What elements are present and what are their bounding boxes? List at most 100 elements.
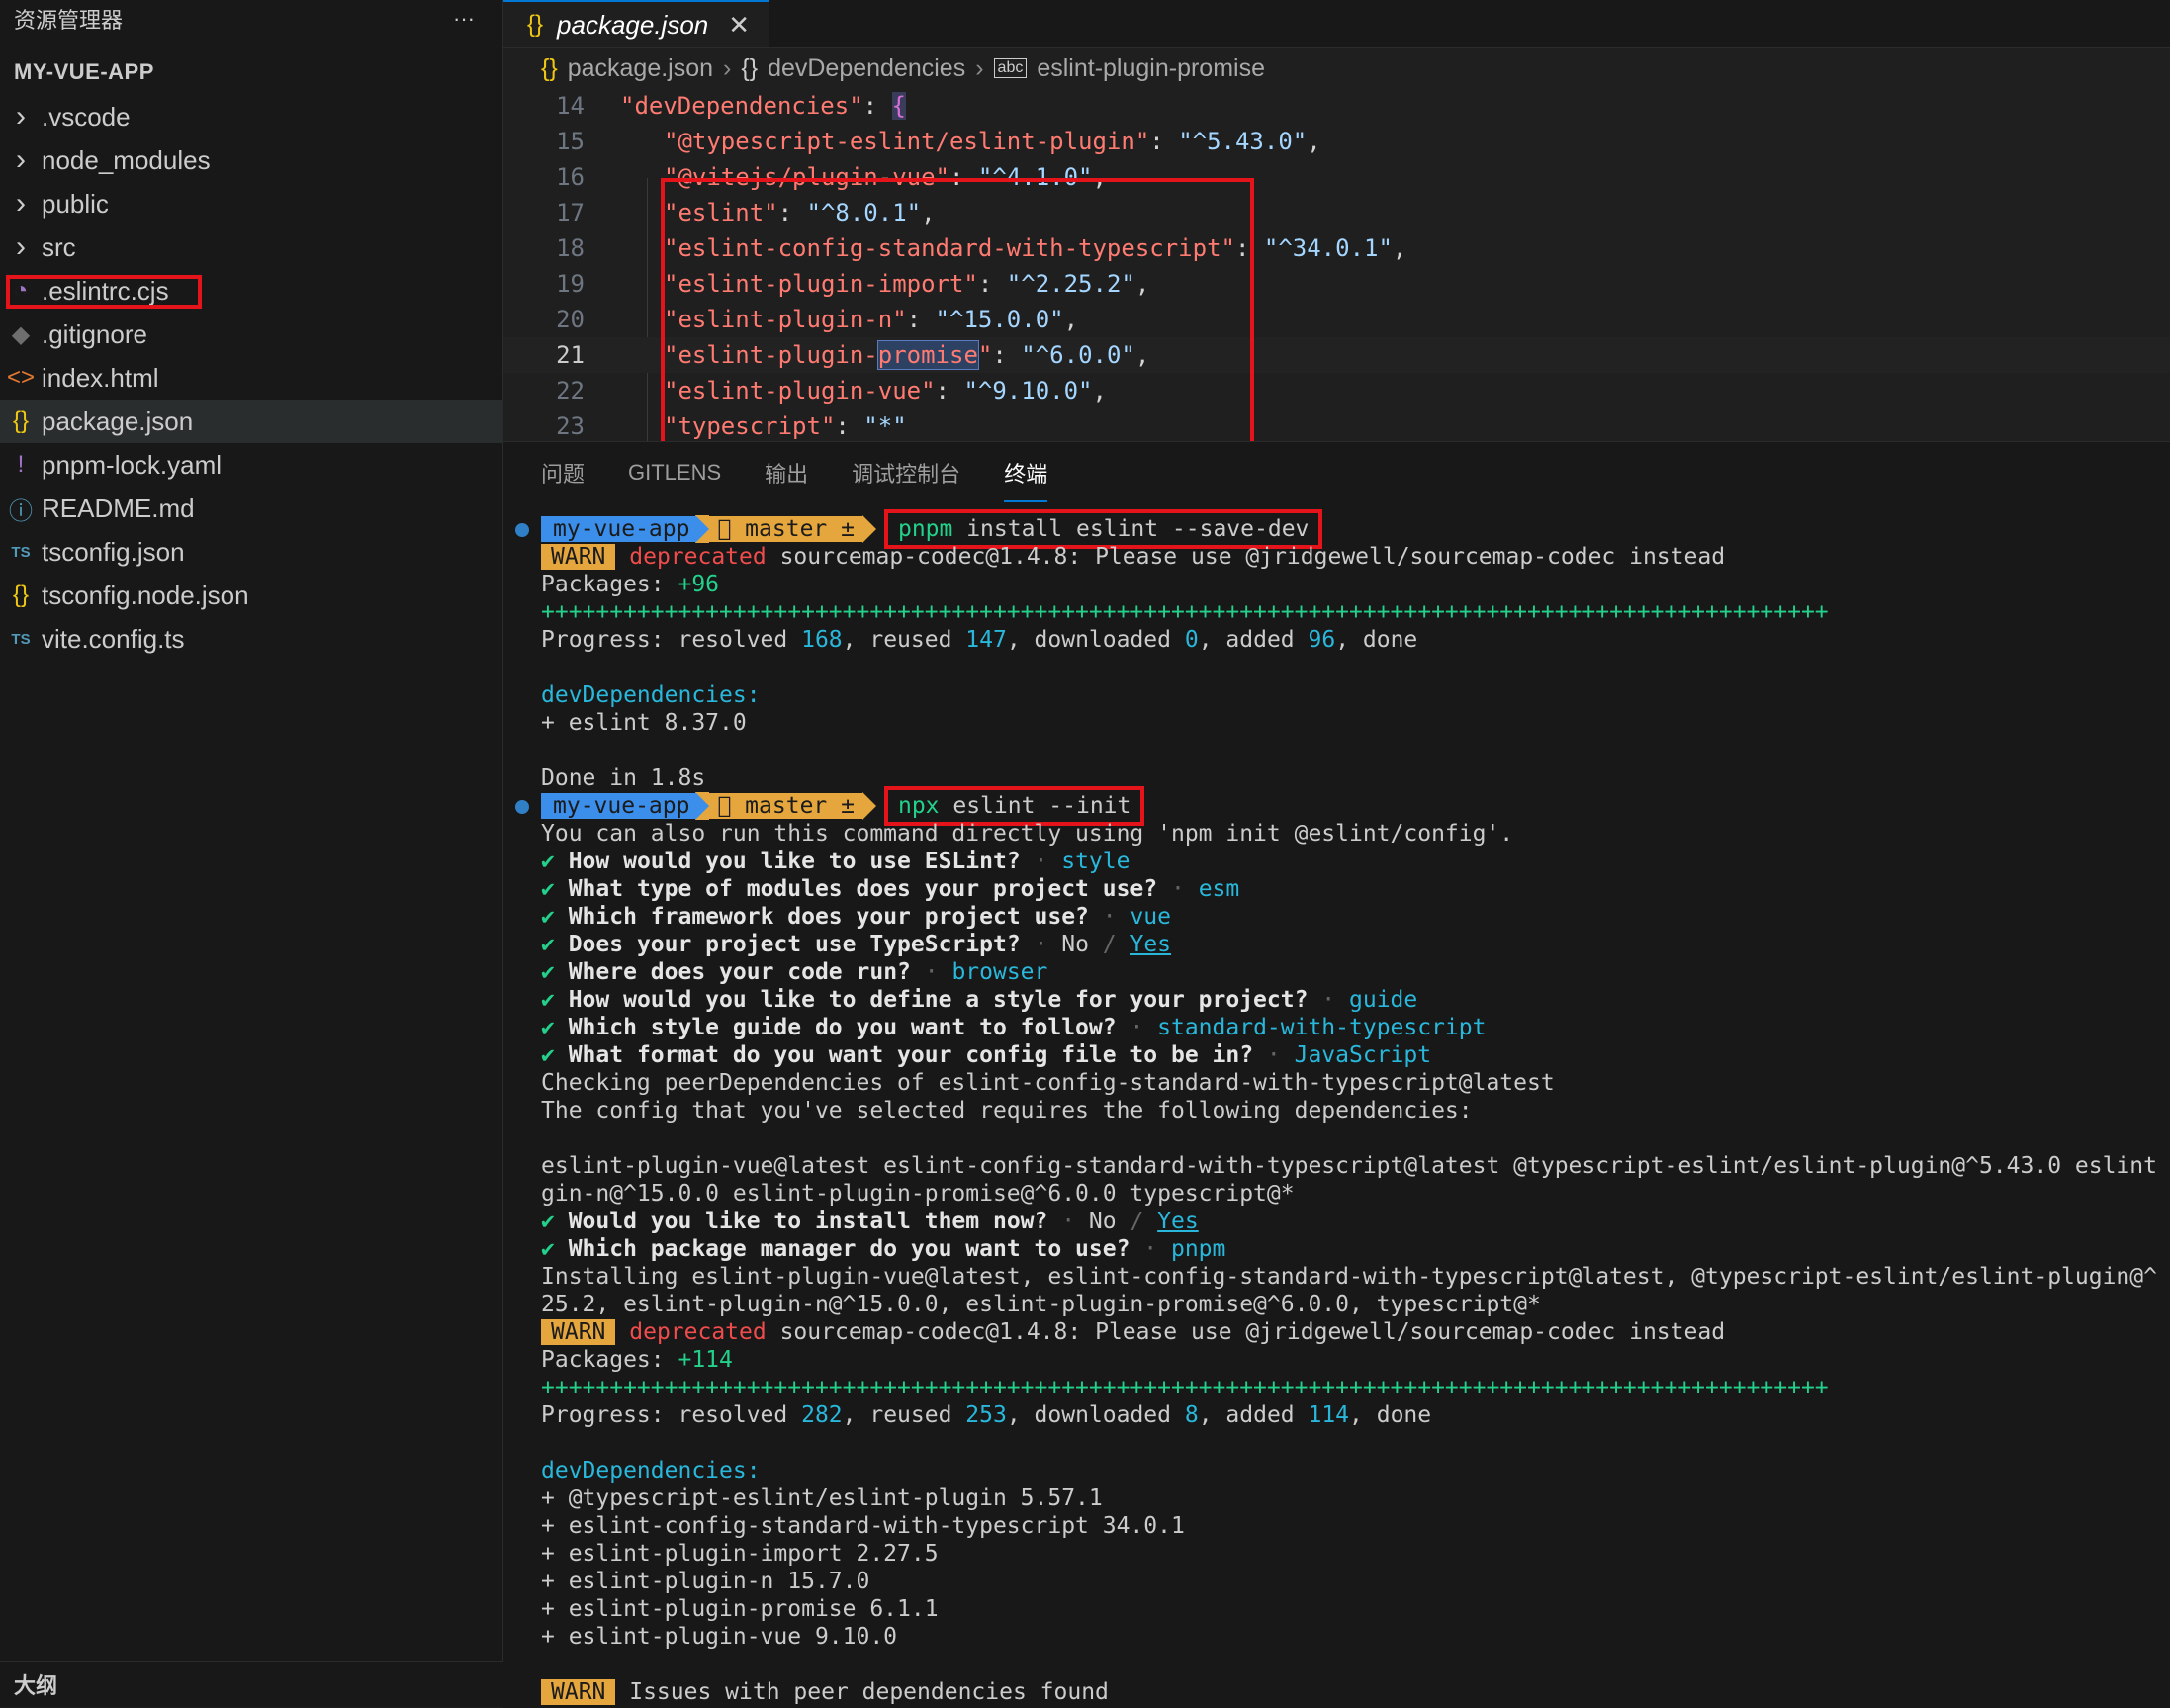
command-args: install eslint --save-dev (952, 516, 1310, 542)
object-braces-icon: {} (741, 53, 759, 82)
code-line[interactable]: 15 "@typescript-eslint/eslint-plugin": "^… (503, 124, 2170, 159)
prompt-answer: guide (1349, 987, 1418, 1013)
code-line[interactable]: 14 "devDependencies": { (503, 88, 2170, 124)
json-key: "devDependencies" (620, 92, 863, 120)
close-icon[interactable]: ✕ (728, 10, 750, 41)
terminal-text: / (1116, 1209, 1158, 1234)
terminal-line: my-vue-app  master ± npx eslint --init (515, 786, 2170, 826)
prompt-question: How would you like to use ESLint? (568, 849, 1021, 874)
file-tree-item[interactable]: › public (0, 182, 502, 225)
file-tree-item[interactable]: TS tsconfig.json (0, 530, 502, 574)
tab-terminal[interactable]: 终端 (1004, 449, 1048, 502)
code-line[interactable]: 17 "eslint": "^8.0.1", (503, 195, 2170, 230)
progress-added: 96 (1308, 627, 1336, 653)
json-key: "@vitejs/plugin-vue" (664, 163, 949, 191)
tab-gitlens[interactable]: GITLENS (628, 452, 721, 494)
punctuation: : (1149, 128, 1179, 155)
code-line[interactable]: 21 "eslint-plugin-promise": "^6.0.0", (503, 337, 2170, 373)
terminal-text: , done (1349, 1402, 1432, 1428)
command-status-dot[interactable] (515, 800, 529, 814)
added-dependency: + eslint-plugin-import 2.27.5 (541, 1541, 939, 1567)
tab-debug-console[interactable]: 调试控制台 (852, 449, 960, 496)
terminal-text: , done (1335, 627, 1418, 653)
file-name: node_modules (42, 144, 211, 175)
tab-problems[interactable]: 问题 (541, 449, 585, 496)
file-tree-item[interactable]: ! pnpm-lock.yaml (0, 443, 502, 487)
progress-downloaded: 8 (1184, 1402, 1199, 1428)
terminal-text: Packages: (541, 1347, 678, 1373)
code-line[interactable]: 18 "eslint-config-standard-with-typescrip… (503, 230, 2170, 266)
option-yes-selected: Yes (1130, 932, 1172, 957)
file-tree-item[interactable]: <> index.html (0, 356, 502, 400)
terminal-text: , reused (842, 1402, 966, 1428)
terminal-text: sourcemap-codec@1.4.8: Please use @jridg… (766, 544, 1726, 570)
terminal-output[interactable]: my-vue-app  master ± pnpm install eslint … (503, 509, 2170, 1706)
json-value: "^34.0.1" (1263, 234, 1393, 262)
punctuation: : (777, 199, 807, 226)
terminal-text: , downloaded (1006, 1402, 1185, 1428)
json-value: "^5.43.0" (1178, 128, 1308, 155)
check-icon: ✔ (541, 904, 569, 930)
file-name: tsconfig.json (42, 536, 185, 567)
peer-warning: Issues with peer dependencies found (615, 1679, 1109, 1705)
file-tree-item[interactable]: › node_modules (0, 138, 502, 182)
outline-section-header[interactable]: 大纲 (0, 1661, 516, 1707)
json-key: "eslint-plugin-n" (664, 306, 907, 333)
punctuation: , (1092, 163, 1107, 191)
terminal-line: ✔ Which package manager do you want to u… (541, 1235, 2170, 1263)
terminal-text: · (1116, 1015, 1158, 1040)
prompt-question: What type of modules does your project u… (568, 876, 1158, 902)
terminal-line: my-vue-app  master ± pnpm install eslint … (515, 509, 2170, 549)
code-line[interactable]: 23 "typescript": "*" (503, 408, 2170, 444)
package-count: +96 (678, 572, 720, 597)
prompt-question: Would you like to install them now? (568, 1209, 1048, 1234)
file-name: .vscode (42, 101, 131, 132)
prompt-directory: my-vue-app (541, 793, 696, 819)
code-line[interactable]: 19 "eslint-plugin-import": "^2.25.2", (503, 266, 2170, 302)
tab-package-json[interactable]: {} package.json ✕ (503, 0, 770, 47)
prompt-git-branch:  master ± (709, 516, 862, 542)
yaml-exclamation-icon: ! (17, 451, 25, 478)
breadcrumb-item-file[interactable]: package.json (568, 54, 713, 83)
code-line[interactable]: 22 "eslint-plugin-vue": "^9.10.0", (503, 373, 2170, 408)
code-text: "eslint-plugin-import": "^2.25.2", (664, 266, 1149, 302)
added-dependency: + eslint 8.37.0 (541, 710, 747, 736)
file-name: .gitignore (42, 318, 147, 349)
command-status-dot[interactable] (515, 523, 529, 537)
more-actions-icon[interactable]: ··· (453, 6, 475, 32)
git-icon: ◆ (11, 320, 31, 348)
tab-output[interactable]: 输出 (765, 449, 808, 496)
terminal-line: ✔ What type of modules does your project… (541, 875, 2170, 903)
explorer-sidebar: 资源管理器 ··· MY-VUE-APP › .vscode › node_modul… (0, 0, 516, 1707)
line-number: 14 (556, 92, 585, 120)
option-no: No (1088, 1209, 1117, 1234)
deprecated-label: deprecated (629, 544, 767, 570)
json-value: "^4.1.0" (977, 163, 1093, 191)
warn-badge: WARN (541, 1679, 616, 1705)
terminal-line: eslint-plugin-vue@latest eslint-config-s… (541, 1152, 2170, 1180)
code-text: "eslint-plugin-n": "^15.0.0", (664, 302, 1078, 337)
file-tree-item[interactable]: › src (0, 225, 502, 269)
progress-reused: 147 (965, 627, 1007, 653)
breadcrumb-item-devdependencies[interactable]: devDependencies (768, 54, 965, 83)
json-braces-icon: {} (541, 53, 558, 82)
devdependencies-heading: devDependencies: (541, 1458, 761, 1483)
file-tree-item[interactable]: {} tsconfig.node.json (0, 574, 502, 617)
code-editor[interactable]: 14 "devDependencies": {15 "@typescript-esl… (503, 88, 2170, 522)
file-tree-item[interactable]: › .vscode (0, 95, 502, 138)
file-tree-item[interactable]: ◔ .eslintrc.cjs (0, 269, 502, 313)
file-tree-item[interactable]: ⓘ README.md (0, 487, 502, 530)
terminal-line: Checking peerDependencies of eslint-conf… (541, 1069, 2170, 1097)
terminal-line: + eslint-plugin-promise 6.1.1 (541, 1595, 2170, 1623)
code-line[interactable]: 20 "eslint-plugin-n": "^15.0.0", (503, 302, 2170, 337)
breadcrumb-item-eslint-plugin-promise[interactable]: eslint-plugin-promise (1037, 54, 1265, 83)
terminal-line: ✔ Does your project use TypeScript? · No… (541, 931, 2170, 958)
code-line[interactable]: 16 "@vitejs/plugin-vue": "^4.1.0", (503, 159, 2170, 195)
check-icon: ✔ (541, 932, 569, 957)
project-folder-header[interactable]: MY-VUE-APP (0, 55, 502, 89)
file-tree-item[interactable]: ◆ .gitignore (0, 313, 502, 356)
file-tree-item[interactable]: {} package.json (0, 400, 502, 443)
file-name: vite.config.ts (42, 623, 185, 654)
file-tree-item[interactable]: TS vite.config.ts (0, 617, 502, 661)
